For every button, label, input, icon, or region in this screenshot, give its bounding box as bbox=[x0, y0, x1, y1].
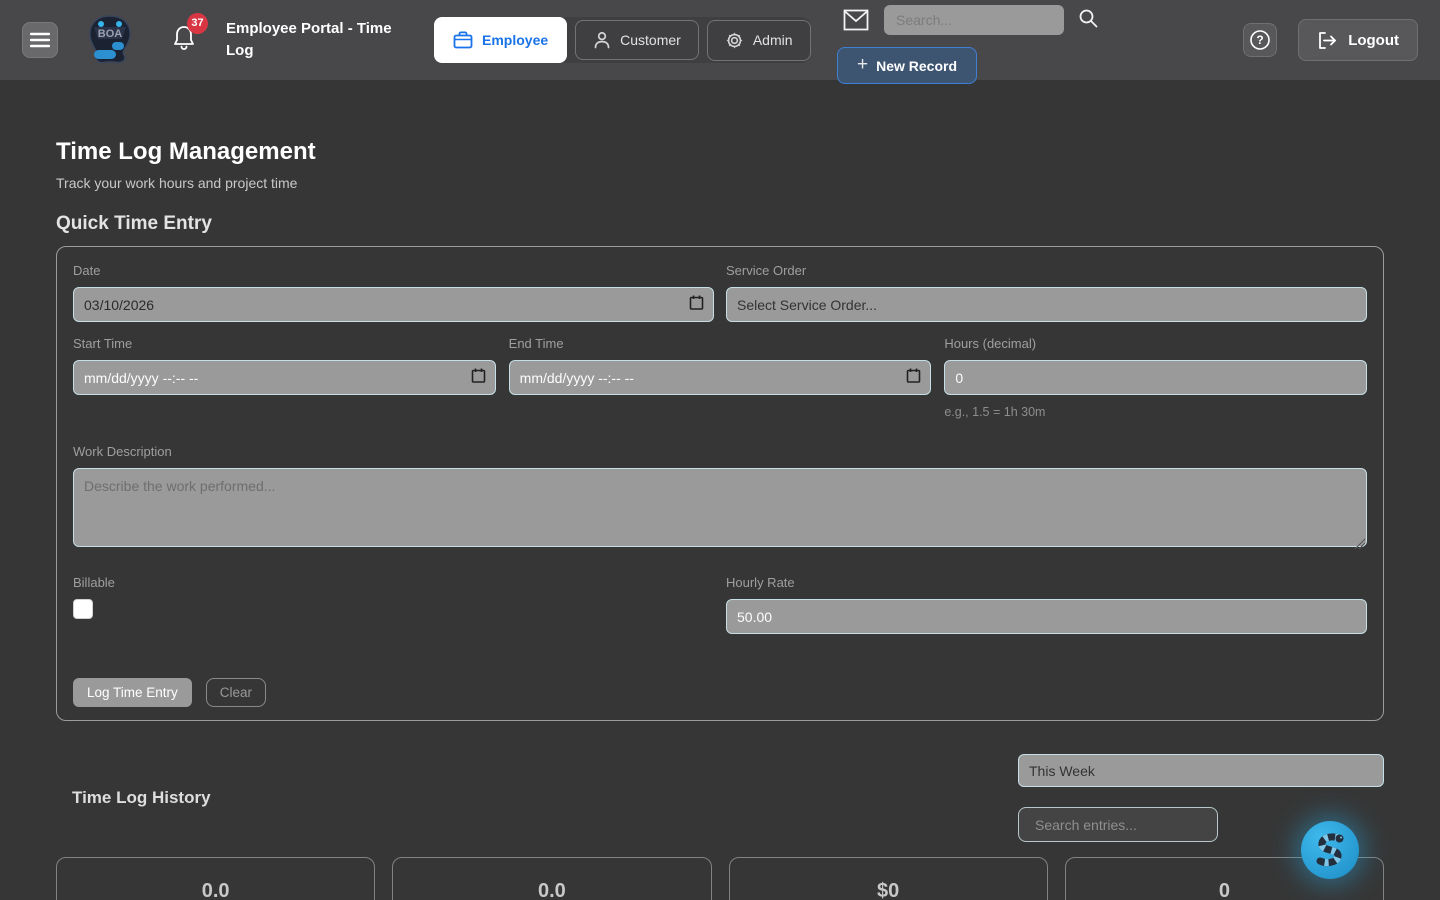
plus-icon: + bbox=[857, 54, 868, 76]
person-icon bbox=[593, 31, 611, 49]
stat-value: 0.0 bbox=[538, 880, 566, 900]
help-button[interactable]: ? bbox=[1243, 23, 1277, 57]
logout-icon bbox=[1317, 31, 1338, 50]
snake-icon bbox=[1311, 830, 1349, 870]
history-stats-row: 0.0 0.0 $0 0 bbox=[56, 857, 1384, 900]
work-description-textarea[interactable] bbox=[73, 468, 1367, 547]
boa-snake-logo-icon: BOA bbox=[82, 12, 138, 68]
hours-field-group: Hours (decimal) e.g., 1.5 = 1h 30m bbox=[944, 336, 1367, 419]
top-navbar: BOA 37 Employee Portal - Time Log Employ… bbox=[0, 0, 1440, 80]
log-time-entry-button[interactable]: Log Time Entry bbox=[73, 678, 192, 707]
work-description-label: Work Description bbox=[73, 444, 1367, 459]
stat-card-hours-week: 0.0 bbox=[56, 857, 375, 900]
tab-customer-label: Customer bbox=[620, 32, 681, 48]
end-time-field-group: End Time bbox=[509, 336, 932, 419]
hourly-rate-input[interactable] bbox=[726, 599, 1367, 634]
hamburger-icon bbox=[30, 32, 50, 48]
service-order-field-group: Service Order Select Service Order... bbox=[726, 263, 1367, 322]
service-order-value: Select Service Order... bbox=[737, 297, 877, 313]
nav-search-cluster bbox=[843, 5, 1098, 35]
briefcase-icon bbox=[453, 31, 473, 49]
portal-tab-group: Employee Customer Admin bbox=[434, 17, 811, 63]
search-icon[interactable] bbox=[1078, 8, 1098, 28]
tab-employee-label: Employee bbox=[482, 32, 548, 48]
logout-button[interactable]: Logout bbox=[1298, 19, 1418, 61]
hourly-rate-field-group: Hourly Rate bbox=[726, 575, 1367, 634]
notifications-bell[interactable]: 37 bbox=[172, 25, 196, 56]
new-record-button[interactable]: + New Record bbox=[837, 47, 977, 84]
entries-search-input[interactable] bbox=[1018, 807, 1218, 842]
search-input[interactable] bbox=[884, 5, 1064, 35]
hours-hint: e.g., 1.5 = 1h 30m bbox=[944, 405, 1367, 419]
week-filter-value: This Week bbox=[1029, 763, 1095, 779]
date-label: Date bbox=[73, 263, 714, 278]
service-order-select[interactable]: Select Service Order... bbox=[726, 287, 1367, 322]
hours-label: Hours (decimal) bbox=[944, 336, 1367, 351]
question-icon: ? bbox=[1249, 29, 1271, 51]
start-time-label: Start Time bbox=[73, 336, 496, 351]
start-time-field-group: Start Time bbox=[73, 336, 496, 419]
history-heading: Time Log History bbox=[72, 788, 211, 808]
chat-assistant-fab[interactable] bbox=[1301, 821, 1359, 879]
gear-icon bbox=[725, 31, 744, 50]
tab-customer[interactable]: Customer bbox=[575, 20, 699, 60]
stat-card-billable-hours: 0.0 bbox=[392, 857, 711, 900]
hours-input[interactable] bbox=[944, 360, 1367, 395]
description-field-group: Work Description bbox=[73, 444, 1367, 552]
logout-label: Logout bbox=[1348, 32, 1399, 49]
clear-button[interactable]: Clear bbox=[206, 678, 266, 707]
date-field-group: Date bbox=[73, 263, 714, 322]
billable-checkbox[interactable] bbox=[73, 599, 93, 619]
svg-text:?: ? bbox=[1257, 33, 1264, 47]
end-time-label: End Time bbox=[509, 336, 932, 351]
main-content: Time Log Management Track your work hour… bbox=[0, 138, 1440, 900]
week-filter-select[interactable]: This Week bbox=[1018, 754, 1384, 787]
billable-label: Billable bbox=[73, 575, 714, 590]
service-order-label: Service Order bbox=[726, 263, 1367, 278]
stat-value: $0 bbox=[877, 880, 899, 900]
tab-admin[interactable]: Admin bbox=[707, 20, 811, 61]
page-title: Time Log Management bbox=[56, 138, 1384, 166]
stat-value: 0 bbox=[1219, 880, 1230, 900]
page-title-nav: Employee Portal - Time Log bbox=[226, 18, 422, 62]
hamburger-menu-button[interactable] bbox=[22, 22, 58, 58]
quick-entry-heading: Quick Time Entry bbox=[56, 213, 1384, 235]
quick-time-entry-panel: Date Service Order Select Service Ord bbox=[56, 246, 1384, 721]
svg-text:BOA: BOA bbox=[98, 28, 123, 40]
app-logo: BOA bbox=[82, 12, 138, 68]
start-time-input[interactable] bbox=[73, 360, 496, 395]
nav-right-cluster: ? Logout bbox=[1243, 0, 1418, 80]
end-time-input[interactable] bbox=[509, 360, 932, 395]
billable-field-group: Billable bbox=[73, 575, 714, 634]
date-input[interactable] bbox=[73, 287, 714, 322]
notification-count-badge: 37 bbox=[187, 13, 208, 34]
stat-value: 0.0 bbox=[202, 880, 230, 900]
tab-employee[interactable]: Employee bbox=[434, 17, 567, 63]
stat-card-amount: $0 bbox=[729, 857, 1048, 900]
mail-icon[interactable] bbox=[843, 9, 869, 31]
page-subtitle: Track your work hours and project time bbox=[56, 175, 1384, 191]
new-record-label: New Record bbox=[876, 58, 957, 74]
hourly-rate-label: Hourly Rate bbox=[726, 575, 1367, 590]
time-log-history-header: Time Log History This Week bbox=[56, 754, 1384, 842]
tab-admin-label: Admin bbox=[753, 32, 793, 48]
